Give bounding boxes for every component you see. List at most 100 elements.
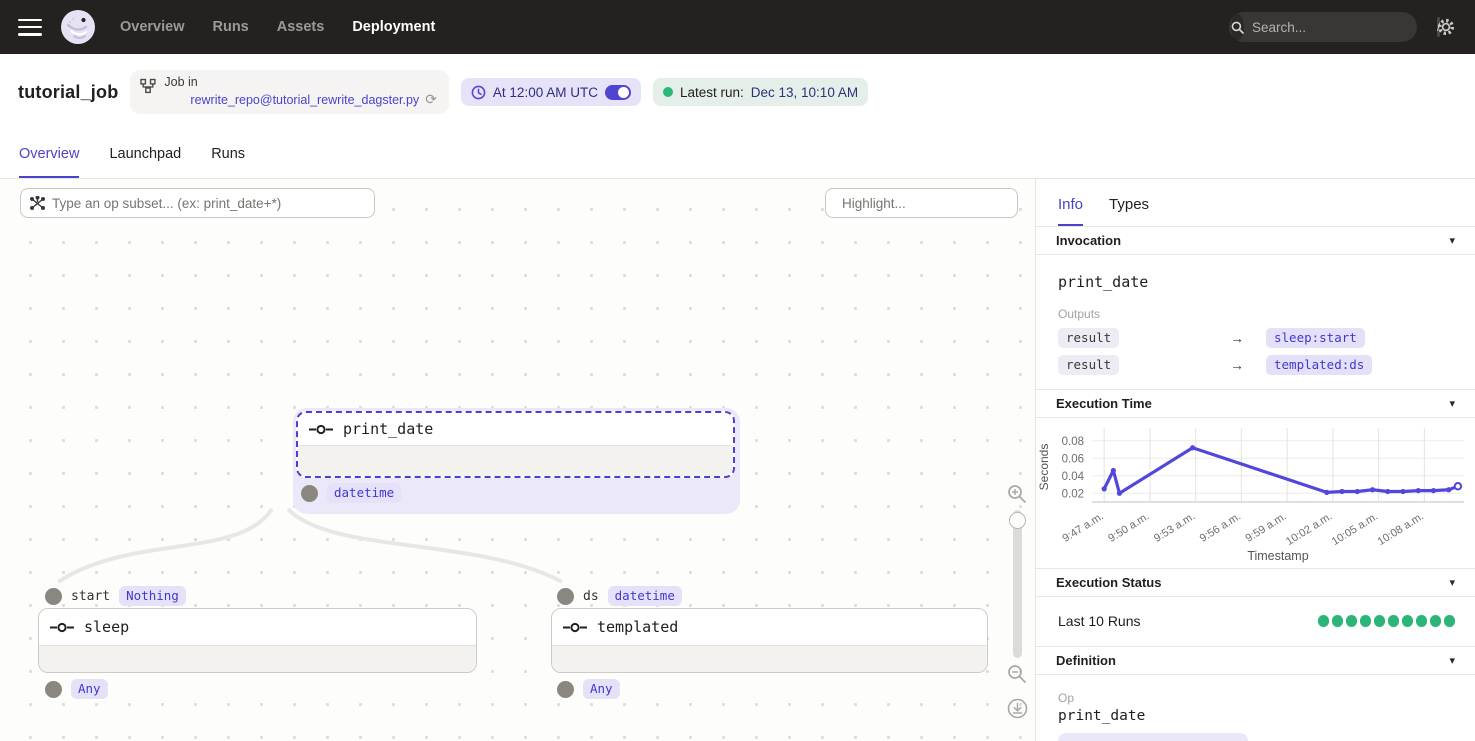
job-header: tutorial_job Job in rewrite_repo@tutoria… bbox=[0, 54, 1475, 130]
templated-input-row: ds datetime bbox=[557, 586, 682, 606]
output-port[interactable] bbox=[45, 681, 62, 698]
svg-text:10:05 a.m.: 10:05 a.m. bbox=[1330, 510, 1380, 548]
node-body bbox=[552, 645, 987, 673]
svg-text:9:50 a.m.: 9:50 a.m. bbox=[1106, 510, 1151, 544]
type-badge-any[interactable]: Any bbox=[71, 679, 108, 699]
output-mapping-row: result → sleep:start bbox=[1058, 328, 1453, 348]
zoom-controls bbox=[1002, 484, 1032, 719]
dag-canvas[interactable]: print_date datetime start Nothing sleep bbox=[0, 178, 1035, 741]
op-selector-icon bbox=[30, 196, 45, 211]
latest-run-badge[interactable]: Latest run: Dec 13, 10:10 AM bbox=[653, 78, 868, 106]
last-runs-label: Last 10 Runs bbox=[1058, 613, 1141, 629]
job-in-label: Job in bbox=[164, 75, 197, 89]
output-target-badge[interactable]: sleep:start bbox=[1266, 328, 1365, 348]
svg-text:9:59 a.m.: 9:59 a.m. bbox=[1243, 510, 1288, 544]
reload-icon[interactable]: ⟳ bbox=[425, 91, 437, 109]
execution-time-chart: 0.020.040.060.089:47 a.m.9:50 a.m.9:53 a… bbox=[1036, 418, 1475, 568]
schedule-badge[interactable]: At 12:00 AM UTC bbox=[461, 78, 641, 106]
chevron-down-icon: ▾ bbox=[1449, 576, 1455, 589]
definition-body: Op print_date bbox=[1036, 675, 1475, 741]
nav-item-overview[interactable]: Overview bbox=[120, 19, 185, 35]
dagster-logo-icon[interactable] bbox=[60, 9, 96, 45]
tab-types[interactable]: Types bbox=[1109, 196, 1149, 226]
op-icon bbox=[563, 622, 587, 633]
definition-op-name: print_date bbox=[1058, 708, 1453, 724]
output-port[interactable] bbox=[301, 485, 318, 502]
global-search[interactable]: / bbox=[1229, 12, 1417, 42]
job-tabs: Overview Launchpad Runs bbox=[0, 130, 1475, 178]
output-name-badge: result bbox=[1058, 355, 1119, 375]
output-name-badge: result bbox=[1058, 328, 1119, 348]
node-body bbox=[298, 445, 733, 478]
svg-text:10:08 a.m.: 10:08 a.m. bbox=[1376, 510, 1426, 548]
top-nav: Overview Runs Assets Deployment / bbox=[0, 0, 1475, 54]
templated-output-row: Any bbox=[557, 679, 620, 699]
op-icon bbox=[309, 424, 333, 435]
type-badge-datetime[interactable]: datetime bbox=[608, 586, 682, 606]
highlight-input[interactable] bbox=[842, 196, 1019, 211]
chevron-down-icon: ▾ bbox=[1449, 234, 1455, 247]
op-icon bbox=[50, 622, 74, 633]
op-subset-input[interactable] bbox=[52, 196, 365, 211]
search-input[interactable] bbox=[1244, 20, 1437, 35]
invocation-op-name: print_date bbox=[1058, 273, 1453, 291]
download-view-icon[interactable] bbox=[1007, 698, 1028, 719]
tab-runs[interactable]: Runs bbox=[211, 146, 245, 178]
svg-text:0.08: 0.08 bbox=[1062, 436, 1084, 448]
arrow-right-icon: → bbox=[1230, 357, 1266, 373]
tab-overview[interactable]: Overview bbox=[19, 146, 79, 178]
node-name: templated bbox=[597, 618, 678, 636]
svg-text:0.02: 0.02 bbox=[1062, 488, 1084, 500]
schedule-toggle[interactable] bbox=[605, 85, 631, 100]
type-badge-partial bbox=[1058, 733, 1248, 741]
zoom-slider-knob[interactable] bbox=[1009, 512, 1026, 529]
schedule-label: At 12:00 AM UTC bbox=[493, 85, 598, 100]
op-subset-filter[interactable] bbox=[20, 188, 375, 218]
input-port[interactable] bbox=[45, 588, 62, 605]
section-invocation[interactable]: Invocation ▾ bbox=[1036, 226, 1475, 255]
output-port[interactable] bbox=[557, 681, 574, 698]
tab-info[interactable]: Info bbox=[1058, 196, 1083, 226]
menu-icon[interactable] bbox=[18, 19, 42, 36]
output-target-badge[interactable]: templated:ds bbox=[1266, 355, 1372, 375]
job-location-pill: Job in rewrite_repo@tutorial_rewrite_dag… bbox=[130, 70, 449, 114]
sleep-input-row: start Nothing bbox=[45, 586, 186, 606]
line-chart: 0.020.040.060.089:47 a.m.9:50 a.m.9:53 a… bbox=[1036, 420, 1474, 570]
sleep-output-row: Any bbox=[45, 679, 108, 699]
latest-run-label: Latest run: bbox=[680, 85, 744, 100]
input-name: ds bbox=[583, 589, 599, 604]
section-execution-status[interactable]: Execution Status ▾ bbox=[1036, 568, 1475, 597]
node-body bbox=[39, 645, 476, 673]
zoom-slider[interactable] bbox=[1013, 510, 1022, 658]
svg-text:Seconds: Seconds bbox=[1037, 444, 1051, 491]
node-templated[interactable]: templated bbox=[551, 608, 988, 673]
chevron-down-icon: ▾ bbox=[1449, 397, 1455, 410]
node-sleep[interactable]: sleep bbox=[38, 608, 477, 673]
node-print-date-selection-halo: print_date datetime bbox=[293, 408, 740, 514]
settings-gear-icon[interactable] bbox=[1435, 16, 1457, 38]
svg-text:0.04: 0.04 bbox=[1062, 471, 1085, 483]
tab-launchpad[interactable]: Launchpad bbox=[109, 146, 181, 178]
arrow-right-icon: → bbox=[1230, 330, 1266, 346]
zoom-in-icon[interactable] bbox=[1007, 484, 1027, 504]
nav-item-deployment[interactable]: Deployment bbox=[352, 19, 435, 35]
nav-item-runs[interactable]: Runs bbox=[213, 19, 249, 35]
section-definition[interactable]: Definition ▾ bbox=[1036, 646, 1475, 675]
svg-text:10:02 a.m.: 10:02 a.m. bbox=[1284, 510, 1334, 548]
run-status-dots[interactable] bbox=[1318, 615, 1456, 627]
node-print-date[interactable]: print_date bbox=[296, 411, 735, 478]
section-execution-time[interactable]: Execution Time ▾ bbox=[1036, 389, 1475, 418]
latest-run-value[interactable]: Dec 13, 10:10 AM bbox=[751, 85, 858, 100]
nav-item-assets[interactable]: Assets bbox=[277, 19, 325, 35]
node-name: print_date bbox=[343, 420, 433, 438]
job-graph-icon bbox=[140, 78, 156, 94]
input-name: start bbox=[71, 589, 110, 604]
zoom-out-icon[interactable] bbox=[1007, 664, 1027, 684]
type-badge-datetime[interactable]: datetime bbox=[327, 483, 401, 503]
repo-link[interactable]: rewrite_repo@tutorial_rewrite_dagster.py bbox=[190, 93, 419, 107]
type-badge-nothing[interactable]: Nothing bbox=[119, 586, 186, 606]
svg-text:9:47 a.m.: 9:47 a.m. bbox=[1061, 510, 1106, 544]
type-badge-any[interactable]: Any bbox=[583, 679, 620, 699]
highlight-filter[interactable] bbox=[825, 188, 1018, 218]
input-port[interactable] bbox=[557, 588, 574, 605]
